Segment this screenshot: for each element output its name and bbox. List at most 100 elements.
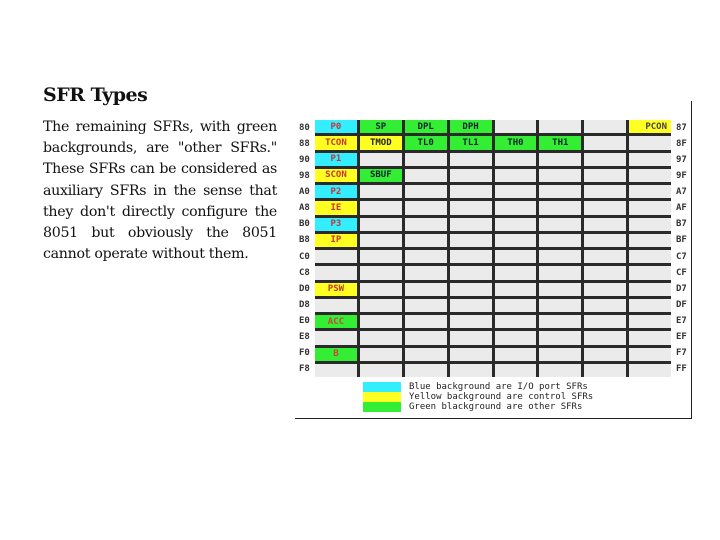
- sfr-cell-empty: [629, 136, 671, 150]
- sfr-cell-empty: [629, 233, 671, 247]
- row-address-start: 90: [299, 155, 310, 166]
- sfr-cell-sp: SP: [359, 120, 402, 134]
- sfr-cell-empty: [539, 331, 582, 345]
- sfr-cell-empty: [494, 185, 537, 199]
- sfr-cell-empty: [584, 282, 627, 296]
- sfr-cell-empty: [449, 266, 492, 280]
- sfr-cell-sbuf: SBUF: [359, 168, 402, 182]
- row-address-end: AF: [676, 203, 687, 214]
- sfr-cell-empty: [629, 331, 671, 345]
- sfr-cell-b: B: [315, 347, 357, 361]
- sfr-cell-empty: [539, 298, 582, 312]
- sfr-cell-empty: [584, 185, 627, 199]
- row-address-end: D7: [676, 283, 687, 294]
- sfr-cell-empty: [449, 201, 492, 215]
- row-address-end: CF: [676, 267, 687, 278]
- slide-body-text: The remaining SFRs, with green backgroun…: [43, 119, 277, 263]
- sfr-cell-empty: [494, 201, 537, 215]
- sfr-cell-empty: [494, 298, 537, 312]
- sfr-cell-empty: [629, 315, 671, 329]
- sfr-cell-empty: [359, 250, 402, 264]
- sfr-cell-empty: [629, 266, 671, 280]
- sfr-cell-empty: [404, 152, 447, 166]
- legend-item: Yellow background are control SFRs: [363, 392, 593, 402]
- legend-swatch: [363, 402, 401, 412]
- sfr-cell-psw: PSW: [315, 282, 357, 296]
- sfr-cell-empty: [629, 201, 671, 215]
- sfr-cell-empty: [584, 168, 627, 182]
- sfr-cell-empty: [629, 363, 671, 377]
- row-address-end: A7: [676, 187, 687, 198]
- sfr-cell-empty: [449, 185, 492, 199]
- sfr-cell-empty: [629, 282, 671, 296]
- sfr-cell-empty: [449, 298, 492, 312]
- sfr-cell-empty: [494, 233, 537, 247]
- sfr-cell-empty: [359, 217, 402, 231]
- sfr-cell-tl0: TL0: [404, 136, 447, 150]
- sfr-cell-empty: [449, 331, 492, 345]
- sfr-memory-map-grid: P0 SP DPL DPH PCON TCON TMOD TL0 TL1 TH0 TH1 P1 SCON…: [315, 120, 671, 377]
- sfr-cell-empty: [584, 363, 627, 377]
- sfr-cell-empty: [449, 217, 492, 231]
- sfr-cell-empty: [359, 282, 402, 296]
- sfr-cell-empty: [404, 298, 447, 312]
- legend-swatch: [363, 392, 401, 402]
- sfr-cell-empty: [315, 266, 357, 280]
- sfr-cell-empty: [584, 298, 627, 312]
- sfr-cell-empty: [315, 331, 357, 345]
- row-address-start: B0: [299, 219, 310, 230]
- row-address-end: BF: [676, 235, 687, 246]
- sfr-cell-p1: P1: [315, 152, 357, 166]
- sfr-cell-th1: TH1: [539, 136, 582, 150]
- row-address-end: 97: [676, 155, 687, 166]
- sfr-cell-dpl: DPL: [404, 120, 447, 134]
- sfr-cell-empty: [449, 168, 492, 182]
- sfr-cell-empty: [584, 347, 627, 361]
- sfr-cell-empty: [359, 347, 402, 361]
- sfr-cell-empty: [315, 363, 357, 377]
- row-address-start: C8: [299, 267, 310, 278]
- row-address-start: A0: [299, 187, 310, 198]
- sfr-cell-empty: [315, 298, 357, 312]
- sfr-cell-tmod: TMOD: [359, 136, 402, 150]
- sfr-cell-empty: [359, 298, 402, 312]
- row-address-end: FF: [676, 363, 687, 374]
- sfr-cell-empty: [584, 233, 627, 247]
- sfr-cell-empty: [539, 168, 582, 182]
- sfr-cell-empty: [539, 233, 582, 247]
- sfr-cell-empty: [449, 152, 492, 166]
- sfr-cell-empty: [494, 363, 537, 377]
- legend-item: Green blackground are other SFRs: [363, 402, 593, 412]
- row-address-end: F7: [676, 347, 687, 358]
- sfr-cell-empty: [404, 233, 447, 247]
- sfr-cell-empty: [584, 152, 627, 166]
- sfr-cell-empty: [404, 363, 447, 377]
- slide-title: SFR Types: [43, 84, 148, 106]
- row-address-start: F8: [299, 363, 310, 374]
- legend-label: Blue background are I/O port SFRs: [409, 382, 588, 392]
- row-address-start: E8: [299, 331, 310, 342]
- legend: Blue background are I/O port SFRs Yellow …: [363, 382, 593, 412]
- sfr-cell-empty: [584, 217, 627, 231]
- sfr-cell-empty: [494, 152, 537, 166]
- sfr-cell-empty: [584, 331, 627, 345]
- sfr-cell-p2: P2: [315, 185, 357, 199]
- sfr-cell-empty: [404, 347, 447, 361]
- sfr-cell-empty: [494, 347, 537, 361]
- sfr-cell-empty: [494, 315, 537, 329]
- sfr-cell-empty: [404, 250, 447, 264]
- sfr-cell-empty: [539, 201, 582, 215]
- sfr-cell-tl1: TL1: [449, 136, 492, 150]
- sfr-cell-empty: [629, 217, 671, 231]
- sfr-cell-tcon: TCON: [315, 136, 357, 150]
- sfr-cell-empty: [494, 168, 537, 182]
- sfr-cell-empty: [584, 250, 627, 264]
- sfr-cell-empty: [629, 168, 671, 182]
- row-address-start: C0: [299, 251, 310, 262]
- sfr-cell-empty: [584, 266, 627, 280]
- row-address-start: E0: [299, 315, 310, 326]
- legend-item: Blue background are I/O port SFRs: [363, 382, 593, 392]
- sfr-cell-p0: P0: [315, 120, 357, 134]
- row-address-start: 88: [299, 139, 310, 150]
- figure-frame-right: [691, 101, 692, 419]
